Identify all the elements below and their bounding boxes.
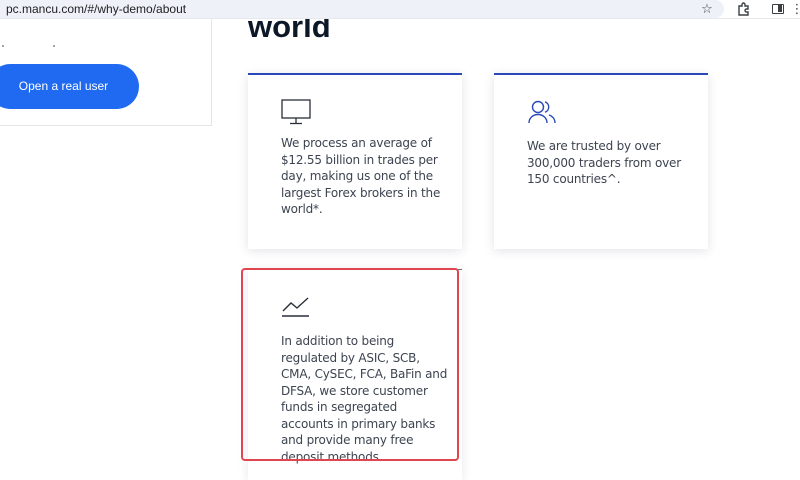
feature-card-traders: We are trusted by over 300,000 traders f… (494, 73, 708, 249)
card-description: We are trusted by over 300,000 traders f… (527, 139, 681, 186)
feature-card-trades: We process an average of $12.55 billion … (248, 73, 462, 249)
heading-container: world (248, 19, 448, 57)
left-panel: Open a real user (0, 19, 212, 126)
browser-toolbar: pc.mancu.com/#/why-demo/about ☆ ⋮ (0, 0, 800, 19)
monitor-icon (281, 99, 311, 125)
trend-chart-icon (282, 297, 309, 317)
users-icon (528, 100, 556, 124)
card-description: In addition to being regulated by ASIC, … (281, 334, 448, 464)
page-heading: world (248, 19, 331, 44)
url-text: pc.mancu.com/#/why-demo/about (6, 2, 187, 16)
feature-card-regulation: In addition to being regulated by ASIC, … (248, 269, 462, 480)
extension-icon[interactable] (736, 1, 750, 17)
open-real-user-button[interactable]: Open a real user (0, 64, 139, 109)
star-icon[interactable]: ☆ (700, 1, 714, 17)
address-bar[interactable]: pc.mancu.com/#/why-demo/about (0, 0, 724, 18)
decor-dot (2, 45, 4, 47)
card-description: We process an average of $12.55 billion … (281, 136, 441, 216)
sidebar-icon[interactable] (771, 1, 785, 17)
decor-dot (53, 45, 55, 47)
menu-icon[interactable]: ⋮ (790, 1, 800, 17)
